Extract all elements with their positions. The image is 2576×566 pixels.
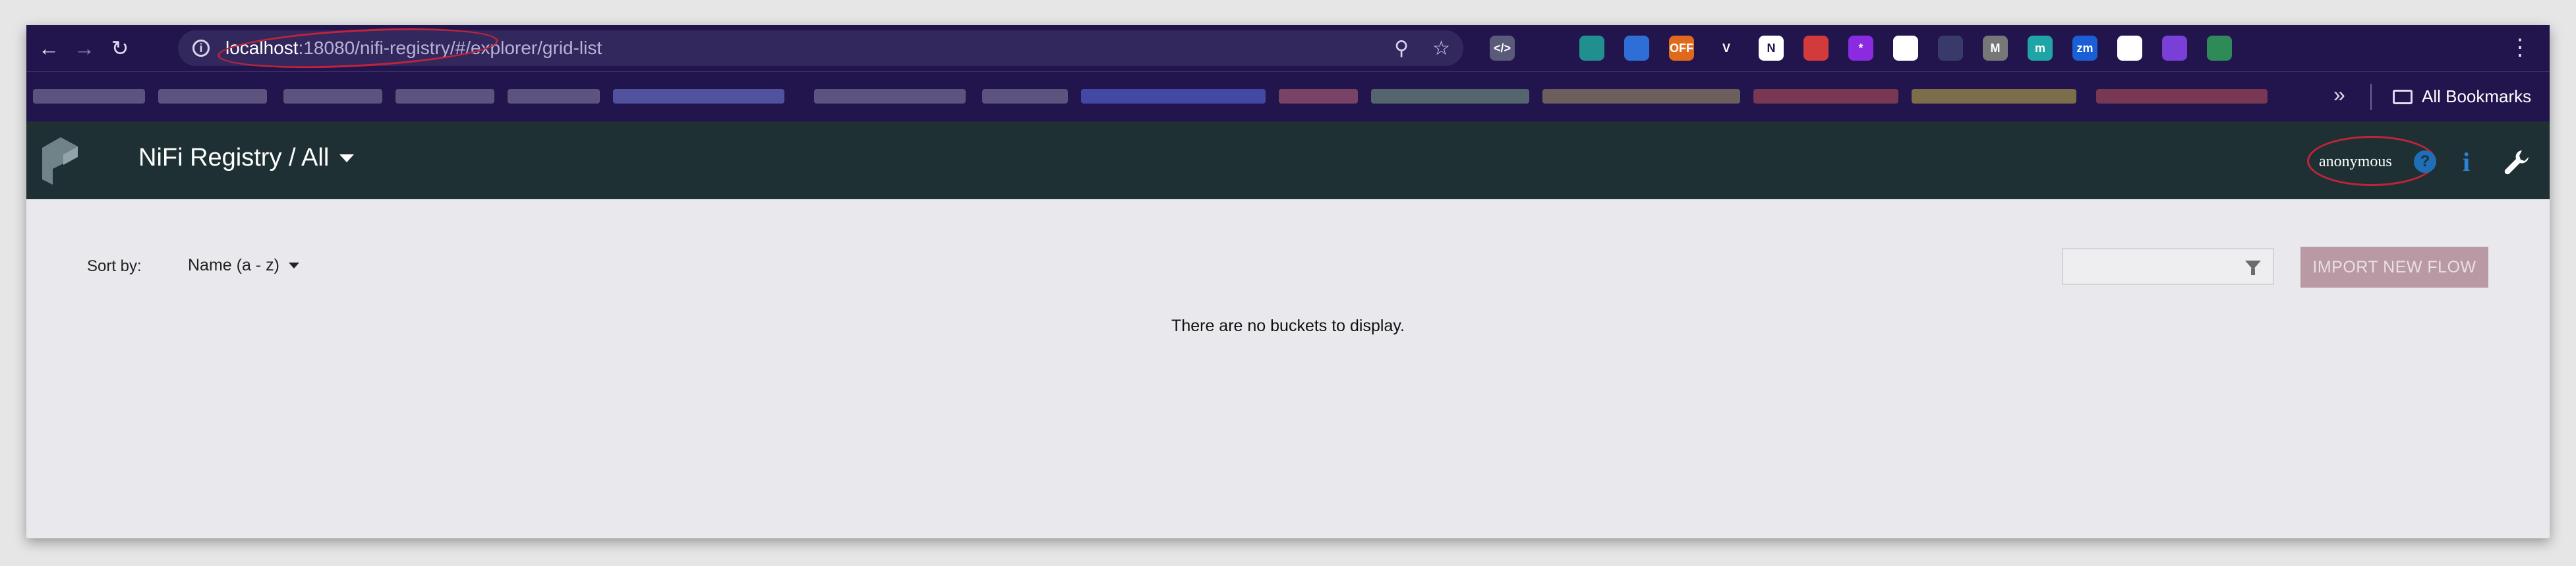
empty-state-message: There are no buckets to display.	[1171, 317, 1405, 335]
github-extension-icon[interactable]	[2117, 36, 2142, 61]
bookmark-item[interactable]	[158, 89, 267, 104]
address-bar[interactable]: i localhost:18080/nifi-registry/#/explor…	[178, 25, 1463, 75]
vue-extension-icon[interactable]: V	[1714, 36, 1739, 61]
translate-extension-icon[interactable]	[1624, 36, 1649, 61]
site-info-icon[interactable]: i	[192, 40, 210, 57]
bookmark-item[interactable]	[1371, 89, 1529, 104]
current-user[interactable]: anonymous	[2319, 153, 2392, 171]
browser-toolbar: ← → ↻ i localhost:18080/nifi-registry/#/…	[26, 25, 2550, 75]
bookmarks-bar: » All Bookmarks	[26, 71, 2550, 122]
bookmark-item[interactable]	[33, 89, 145, 104]
bookmark-item[interactable]	[1081, 89, 1266, 104]
filter-icon[interactable]	[2245, 261, 2261, 275]
red-extension-icon[interactable]	[1803, 36, 1829, 61]
globe-extension-icon[interactable]	[1579, 36, 1604, 61]
forward-arrow-icon[interactable]: →	[71, 35, 98, 61]
bookmark-item[interactable]	[1912, 89, 2076, 104]
bookmark-item[interactable]	[814, 89, 966, 104]
m-circle-extension-icon[interactable]: m	[2028, 36, 2053, 61]
bookmark-item[interactable]	[2096, 89, 2268, 104]
round-extension-icon[interactable]	[1893, 36, 1918, 61]
book-extension-icon[interactable]	[1938, 36, 1963, 61]
bookmark-item[interactable]	[395, 89, 494, 104]
filter-input[interactable]	[2062, 248, 2274, 285]
nifi-logo-icon[interactable]	[37, 135, 83, 187]
url-text[interactable]: localhost:18080/nifi-registry/#/explorer…	[216, 25, 602, 75]
bookmarks-separator	[2370, 84, 2372, 110]
url-annotation-circle	[216, 25, 500, 75]
all-bookmarks-button[interactable]: All Bookmarks	[2393, 86, 2531, 107]
star-extension-icon[interactable]: *	[1848, 36, 1873, 61]
puzzle-purple-extension-icon[interactable]	[2162, 36, 2187, 61]
extensions-icon[interactable]	[2252, 36, 2277, 61]
sort-label: Sort by:	[87, 257, 142, 275]
more-bookmarks-icon[interactable]: »	[2333, 82, 2345, 107]
app-header: NiFi Registry / All anonymous ? i	[26, 121, 2550, 199]
reload-icon[interactable]: ↻	[107, 35, 133, 61]
zoom-icon[interactable]: ⚲	[1394, 37, 1409, 60]
pin-extension-icon[interactable]	[1535, 36, 1560, 61]
bookmark-item[interactable]	[508, 89, 600, 104]
bookmark-item[interactable]	[613, 89, 784, 104]
off-extension-icon[interactable]: OFF	[1669, 36, 1694, 61]
help-icon[interactable]: ?	[2414, 150, 2436, 173]
wrench-icon[interactable]	[2502, 148, 2531, 177]
bookmark-item[interactable]	[283, 89, 382, 104]
folder-icon	[2393, 89, 2413, 104]
chevron-down-icon	[339, 154, 355, 162]
import-new-flow-button[interactable]: IMPORT NEW FLOW	[2300, 247, 2488, 288]
page-title: NiFi Registry / All	[138, 144, 330, 172]
bookmark-item[interactable]	[1279, 89, 1358, 104]
sort-dropdown[interactable]: Name (a - z)	[188, 256, 299, 275]
browser-window: ← → ↻ i localhost:18080/nifi-registry/#/…	[26, 25, 2550, 538]
sort-value: Name (a - z)	[188, 256, 279, 274]
bookmark-item[interactable]	[1753, 89, 1898, 104]
caret-down-icon	[288, 263, 299, 268]
back-arrow-icon[interactable]: ←	[36, 35, 62, 61]
bookmark-item[interactable]	[982, 89, 1068, 104]
download-extension-icon[interactable]	[2207, 36, 2232, 61]
browser-menu-icon[interactable]: ⋮	[2509, 34, 2531, 61]
m-extension-icon[interactable]: M	[1983, 36, 2008, 61]
bucket-selector[interactable]: NiFi Registry / All	[138, 144, 355, 172]
extensions-row: </> OFF V N * Mm zm	[1490, 25, 2277, 71]
bookmark-star-icon[interactable]: ☆	[1432, 37, 1450, 60]
about-info-icon[interactable]: i	[2463, 146, 2470, 177]
explorer-content: Sort by: Name (a - z) IMPORT NEW FLOW Th…	[26, 199, 2550, 538]
all-bookmarks-label: All Bookmarks	[2422, 86, 2532, 106]
bookmark-item[interactable]	[1542, 89, 1740, 104]
code-extension-icon[interactable]: </>	[1490, 36, 1515, 61]
zm-extension-icon[interactable]: zm	[2072, 36, 2097, 61]
notion-extension-icon[interactable]: N	[1759, 36, 1784, 61]
